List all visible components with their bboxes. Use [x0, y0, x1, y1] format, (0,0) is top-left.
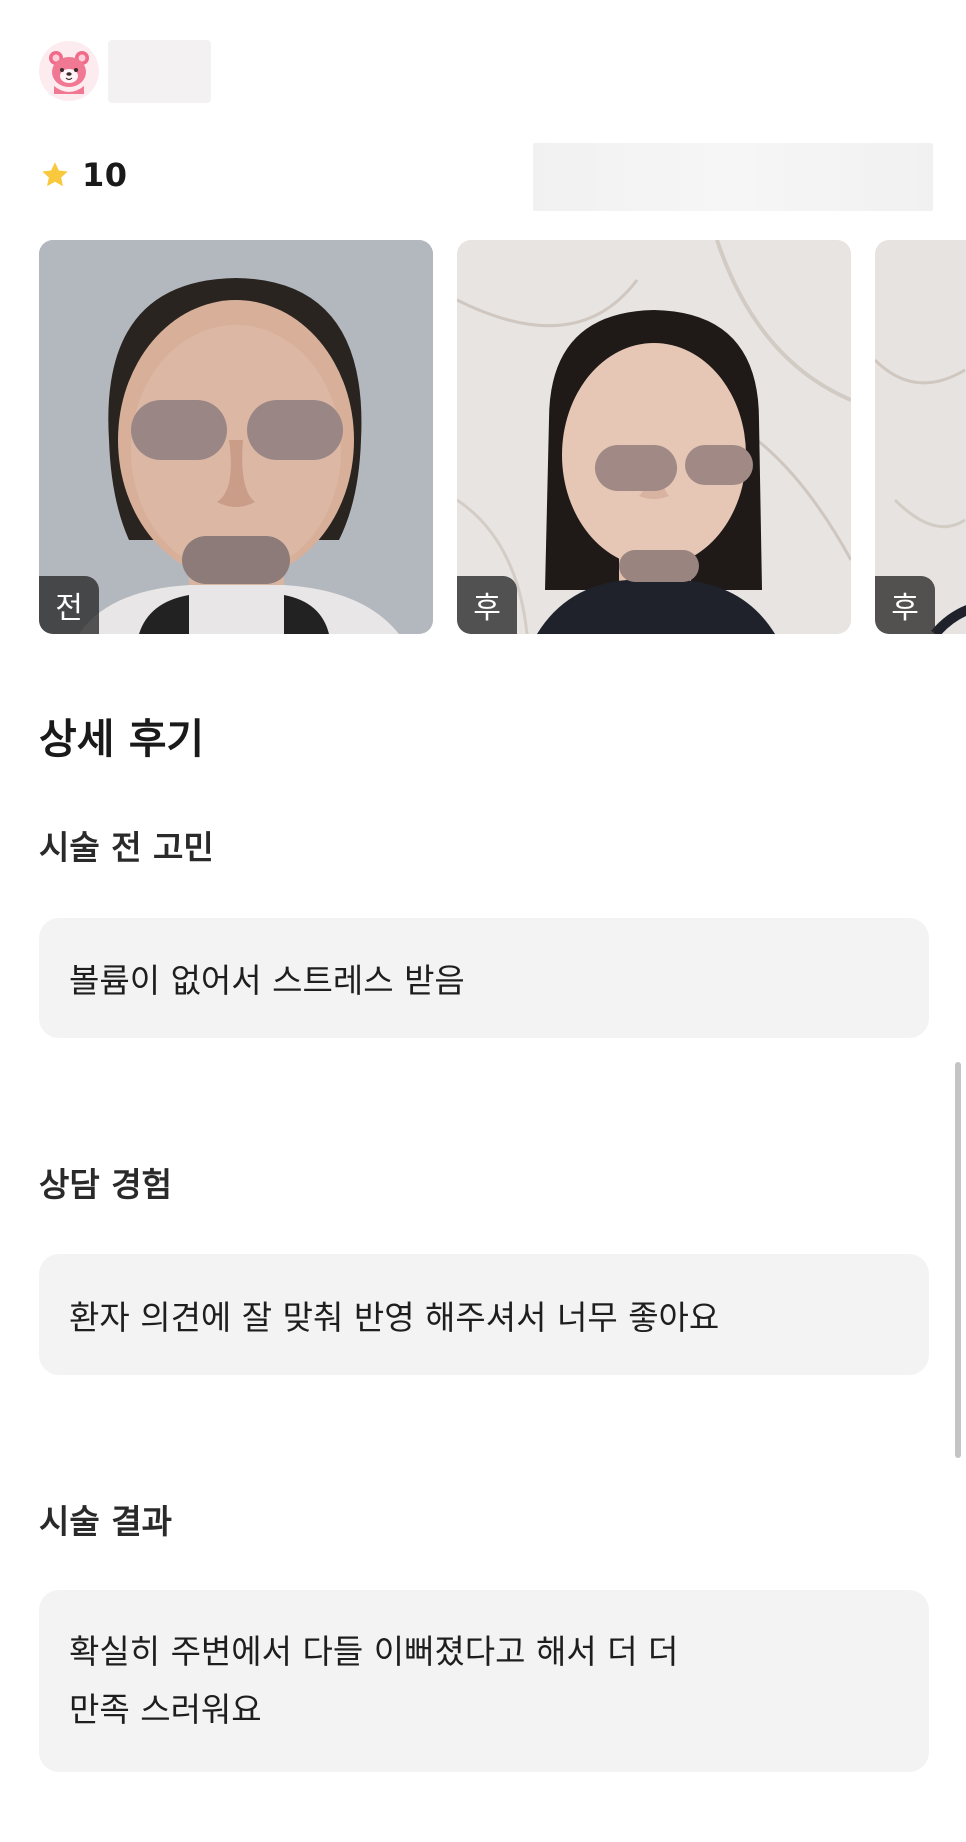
- after-photo-2[interactable]: 후: [875, 240, 966, 634]
- answer-text-consultation: 환자 의견에 잘 맞춰 반영 해주셔서 너무 좋아요: [69, 1297, 720, 1337]
- question-label-concern: 시술 전 고민: [39, 828, 214, 867]
- review-date-redacted: [533, 143, 933, 211]
- review-detail-page: 10 전 후 후 상세 후기 시술 전 고민 볼륨이 없어서 스트레스 받음 상…: [0, 0, 966, 1842]
- question-label-consultation: 상담 경험: [39, 1165, 172, 1204]
- answer-box-result: 확실히 주변에서 다들 이뻐졌다고 해서 더 더 만족 스러워요: [39, 1590, 929, 1772]
- section-title: 상세 후기: [39, 715, 205, 763]
- author-row: [39, 39, 211, 103]
- answer-text-concern: 볼륨이 없어서 스트레스 받음: [69, 961, 465, 1000]
- photo-carousel[interactable]: 전 후 후: [39, 240, 966, 634]
- vertical-scrollbar[interactable]: [955, 1062, 961, 1458]
- question-label-result: 시술 결과: [39, 1502, 172, 1541]
- answer-text-result-line1: 확실히 주변에서 다들 이뻐졌다고 해서 더 더: [69, 1632, 679, 1671]
- answer-text-result-line2: 만족 스러워요: [69, 1690, 262, 1729]
- author-name-redacted: [108, 39, 211, 103]
- star-icon: [42, 162, 68, 187]
- pink-bear-icon: [39, 41, 99, 101]
- after-photo[interactable]: 후: [457, 240, 851, 634]
- before-photo[interactable]: 전: [39, 240, 433, 634]
- photo-tag-after: 후: [457, 576, 517, 634]
- answer-box-concern: 볼륨이 없어서 스트레스 받음: [39, 918, 929, 1038]
- rating-row: 10: [40, 156, 128, 194]
- photo-tag-before: 전: [39, 576, 99, 634]
- answer-box-consultation: 환자 의견에 잘 맞춰 반영 해주셔서 너무 좋아요: [39, 1254, 929, 1375]
- photo-tag-after-2: 후: [875, 576, 935, 634]
- rating-value: 10: [82, 156, 128, 194]
